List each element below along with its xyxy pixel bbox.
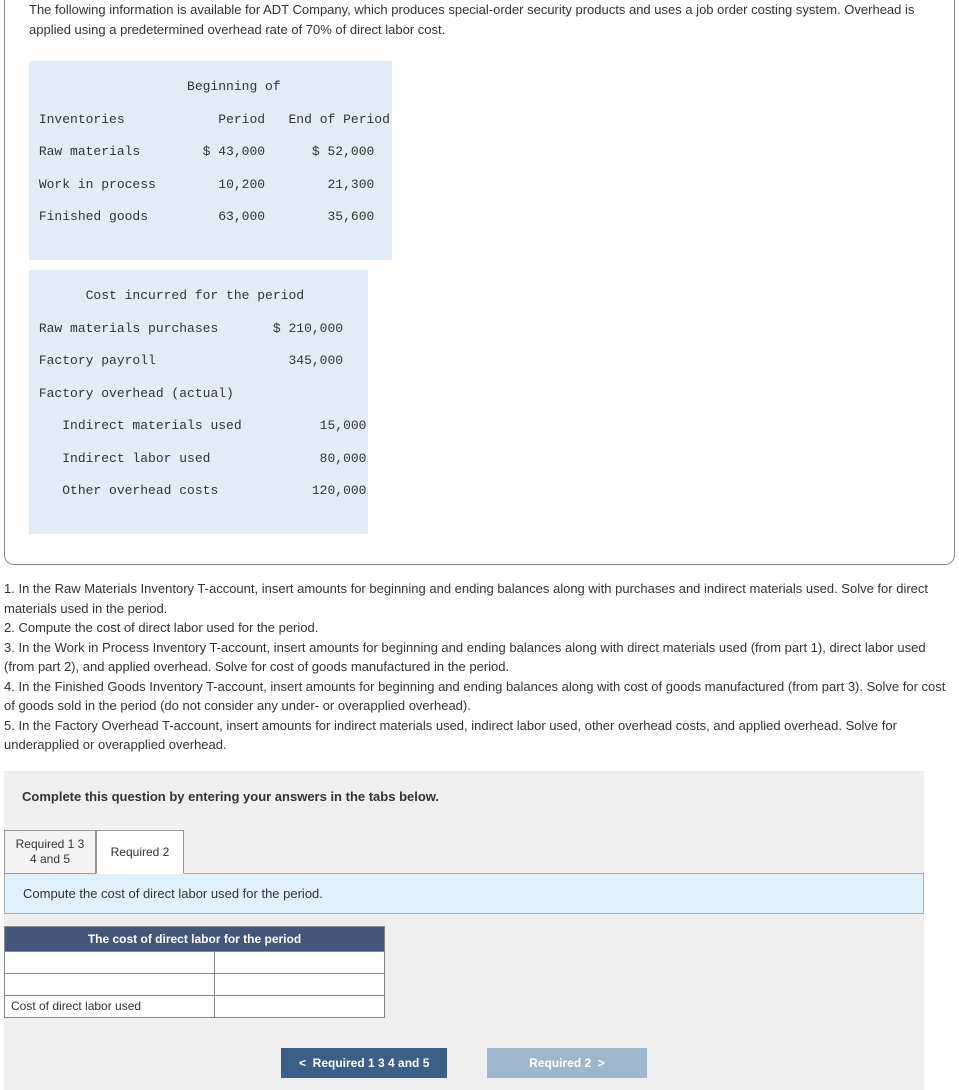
cell-foh-label: Factory overhead (actual) (39, 386, 234, 401)
cell-other-label: Other overhead costs (62, 483, 218, 498)
cell-payroll-label: Factory payroll (39, 353, 156, 368)
instructions-block: 1. In the Raw Materials Inventory T-acco… (4, 579, 955, 755)
nav-next-label: Required 2 (529, 1056, 591, 1070)
nav-next-button[interactable]: Required 2 > (487, 1048, 647, 1078)
answer-area: Complete this question by entering your … (4, 771, 924, 1090)
instruction-3: 3. In the Work in Process Inventory T-ac… (4, 638, 955, 677)
cell-fg-label: Finished goods (39, 209, 148, 224)
cell-indmat-val: 15,000 (320, 418, 367, 433)
instruction-4: 4. In the Finished Goods Inventory T-acc… (4, 677, 955, 716)
cell-fg-end: 35,600 (327, 209, 374, 224)
chevron-right-icon: > (598, 1056, 605, 1070)
instruction-5: 5. In the Factory Overhead T-account, in… (4, 716, 955, 755)
costs-table: Cost incurred for the period Raw materia… (29, 270, 368, 534)
costs-header: Cost incurred for the period (86, 288, 304, 303)
problem-card: The following information is available f… (4, 0, 955, 565)
nav-prev-button[interactable]: < Required 1 3 4 and 5 (281, 1048, 447, 1078)
table-row: Cost of direct labor used (5, 995, 385, 1017)
chevron-left-icon: < (299, 1056, 306, 1070)
ws-row2-value-input[interactable] (215, 973, 385, 995)
cell-fg-beg: 63,000 (218, 209, 265, 224)
tabs-row: Required 1 3 4 and 5 Required 2 (4, 830, 906, 874)
col-header-beginning: Beginning of (187, 79, 281, 94)
tab-required-1345[interactable]: Required 1 3 4 and 5 (4, 830, 96, 874)
cell-indmat-label: Indirect materials used (62, 418, 241, 433)
cell-raw-materials-label: Raw materials (39, 144, 140, 159)
cell-rmp-label: Raw materials purchases (39, 321, 218, 336)
col-header-end: End of Period (288, 112, 389, 127)
cell-rmp-val: $ 210,000 (273, 321, 343, 336)
answer-prompt: Complete this question by entering your … (22, 789, 906, 804)
ws-row1-label-input[interactable] (5, 951, 215, 973)
cell-indlab-label: Indirect labor used (62, 451, 210, 466)
cell-payroll-val: 345,000 (288, 353, 343, 368)
table-row (5, 951, 385, 973)
cell-wip-label: Work in process (39, 177, 156, 192)
tab-required-2[interactable]: Required 2 (96, 830, 184, 874)
worksheet-header: The cost of direct labor for the period (5, 926, 385, 951)
cell-wip-end: 21,300 (328, 177, 375, 192)
ws-row2-label-input[interactable] (5, 973, 215, 995)
row-header-inventories: Inventories (39, 112, 125, 127)
cell-other-val: 120,000 (312, 483, 367, 498)
cell-wip-beg: 10,200 (218, 177, 265, 192)
nav-row: < Required 1 3 4 and 5 Required 2 > (22, 1048, 906, 1078)
table-row (5, 973, 385, 995)
ws-row3-value-input[interactable] (215, 995, 385, 1017)
instruction-1: 1. In the Raw Materials Inventory T-acco… (4, 579, 955, 618)
ws-row1-value-input[interactable] (215, 951, 385, 973)
worksheet-table: The cost of direct labor for the period … (4, 926, 385, 1018)
intro-text: The following information is available f… (29, 0, 930, 61)
instruction-2: 2. Compute the cost of direct labor used… (4, 618, 955, 638)
tab-content: Compute the cost of direct labor used fo… (4, 873, 924, 914)
nav-prev-label: Required 1 3 4 and 5 (313, 1056, 430, 1070)
inventories-table: Beginning of Inventories Period End of P… (29, 61, 392, 260)
tab-instruction: Compute the cost of direct labor used fo… (23, 886, 323, 901)
cell-raw-materials-beg: $ 43,000 (203, 144, 265, 159)
ws-row3-label: Cost of direct labor used (5, 995, 215, 1017)
cell-raw-materials-end: $ 52,000 (312, 144, 374, 159)
cell-indlab-val: 80,000 (320, 451, 367, 466)
col-header-period: Period (218, 112, 265, 127)
